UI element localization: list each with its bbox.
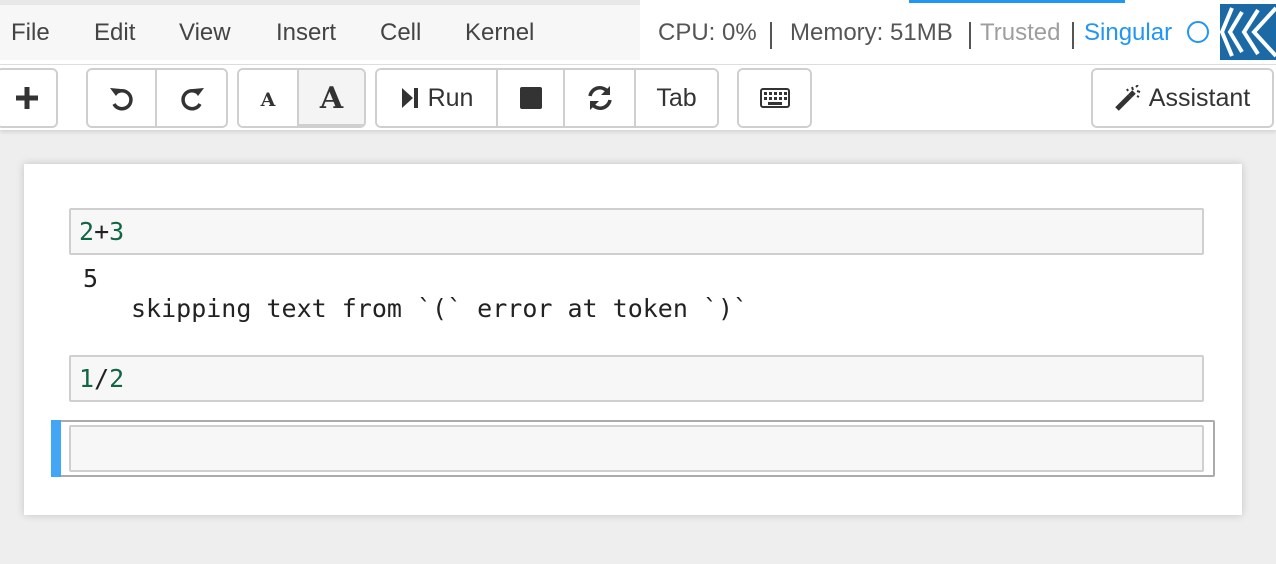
- kernel-idle-icon: [1187, 21, 1209, 43]
- restart-icon: [586, 84, 614, 112]
- kernel-name[interactable]: Singular: [1084, 5, 1172, 60]
- insert-cell-button[interactable]: [0, 70, 56, 126]
- code-operator: /: [94, 364, 110, 393]
- cpu-usage: CPU: 0%: [658, 19, 757, 46]
- code-cell-input[interactable]: 1/2: [69, 355, 1204, 402]
- menu-file[interactable]: File: [11, 5, 50, 60]
- notebook: 2+3 5 skipping text from `(` error at to…: [24, 164, 1242, 515]
- trusted-indicator[interactable]: Trusted: [980, 5, 1060, 60]
- menu-edit[interactable]: Edit: [94, 5, 135, 60]
- menu-kernel[interactable]: Kernel: [465, 5, 534, 60]
- stop-icon: [519, 87, 542, 109]
- menu-insert[interactable]: Insert: [276, 5, 336, 60]
- font-large-button[interactable]: A: [299, 70, 364, 126]
- keyboard-icon: [759, 88, 790, 108]
- code-cell-input[interactable]: 2+3: [69, 208, 1204, 255]
- assistant-button[interactable]: Assistant: [1093, 70, 1272, 126]
- code-cell-input-empty[interactable]: [69, 425, 1204, 472]
- assistant-label: Assistant: [1148, 83, 1251, 112]
- magic-wand-icon: [1115, 85, 1141, 111]
- run-button[interactable]: Run: [377, 70, 498, 126]
- undo-button[interactable]: [88, 70, 158, 126]
- code-number: 1: [79, 364, 95, 393]
- menu-view[interactable]: View: [179, 5, 231, 60]
- tab-button[interactable]: Tab: [636, 70, 717, 126]
- status-divider: [1072, 22, 1074, 49]
- keyboard-shortcuts-button[interactable]: [739, 70, 810, 126]
- undo-icon: [108, 84, 136, 112]
- run-group: Run Tab: [375, 68, 719, 128]
- code-operator: +: [94, 217, 110, 246]
- menu-cell[interactable]: Cell: [380, 5, 421, 60]
- memory-usage: Memory: 51MB: [790, 19, 953, 46]
- selected-cell-indicator: [51, 420, 61, 477]
- insert-group: [0, 68, 58, 128]
- step-forward-icon: [400, 86, 420, 110]
- redo-button[interactable]: [157, 70, 226, 126]
- run-label: Run: [427, 83, 474, 112]
- status-divider: [969, 22, 971, 49]
- toolbar: A A Run Tab Assistant: [0, 65, 1276, 130]
- font-size-group: A A: [237, 68, 366, 128]
- code-number: 2: [79, 217, 95, 246]
- stop-button[interactable]: [498, 70, 565, 126]
- font-small-button[interactable]: A: [239, 70, 299, 126]
- undo-redo-group: [86, 68, 228, 128]
- activity-indicator: [909, 0, 1125, 3]
- menu-bar: File Edit View Insert Cell Kernel CPU: 0…: [0, 0, 1276, 65]
- cell-output-message: skipping text from `(` error at token `)…: [131, 294, 749, 323]
- cell-output: 5: [83, 264, 99, 293]
- restart-button[interactable]: [565, 70, 636, 126]
- logo-icon: [1219, 4, 1276, 60]
- assistant-group: Assistant: [1091, 68, 1274, 128]
- code-number: 2: [109, 364, 125, 393]
- menu-items: File Edit View Insert Cell Kernel: [0, 5, 640, 60]
- code-number: 3: [109, 217, 125, 246]
- keyboard-group: [737, 68, 812, 128]
- plus-icon: [14, 85, 40, 111]
- redo-icon: [178, 84, 206, 112]
- status-divider: [770, 22, 772, 49]
